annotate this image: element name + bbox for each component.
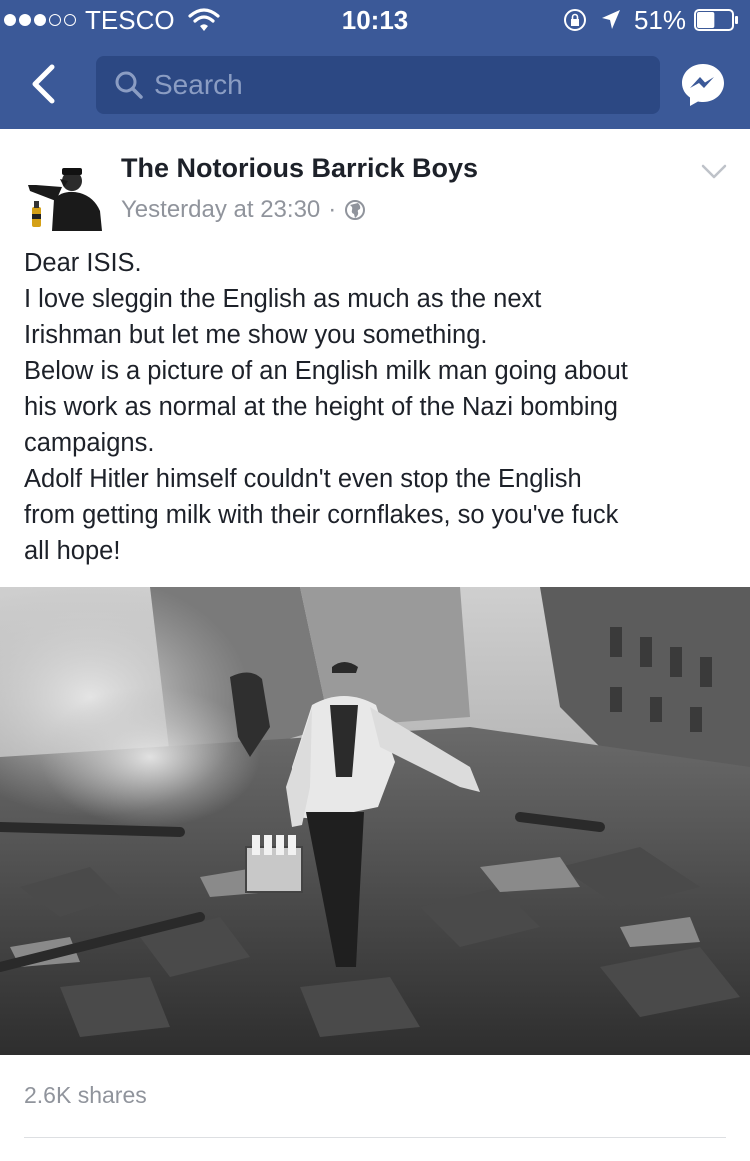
post-text-line: Irishman but let me show you something. (24, 321, 488, 349)
rotation-lock-icon (563, 9, 586, 31)
post-photo[interactable] (0, 587, 750, 1055)
shares-count[interactable]: 2.6K shares (24, 1082, 147, 1109)
post-text-line: Below is a picture of an English milk ma… (24, 357, 628, 385)
post-text: Dear ISIS. I love sleggin the English as… (24, 245, 729, 569)
meta-separator: · (328, 196, 337, 223)
battery-icon (694, 9, 738, 31)
post-timestamp[interactable]: Yesterday at 23:30 (121, 196, 320, 224)
post-header: The Notorious Barrick Boys Yesterday at … (0, 129, 750, 239)
post-text-line: Adolf Hitler himself couldn't even stop … (24, 465, 582, 493)
back-chevron-icon[interactable] (26, 62, 62, 106)
post-text-line: campaigns. (24, 429, 155, 457)
avatar-image (24, 151, 104, 231)
search-placeholder: Search (154, 69, 243, 100)
divider (24, 1137, 726, 1138)
post-text-line: all hope! (24, 537, 121, 565)
photo-milkman-rubble (0, 587, 750, 1055)
page-name[interactable]: The Notorious Barrick Boys (121, 153, 478, 184)
chevron-down-icon[interactable] (700, 163, 728, 181)
post-text-line: Dear ISIS. (24, 249, 142, 277)
status-bar: TESCO 10:13 51% (0, 0, 750, 40)
post-text-line: I love sleggin the English as much as th… (24, 285, 542, 313)
post-text-line: from getting milk with their cornflakes,… (24, 501, 619, 529)
post-text-line: his work as normal at the height of the … (24, 393, 618, 421)
status-right: 51% (562, 5, 738, 35)
nav-bar: Search (0, 40, 750, 129)
search-input[interactable]: Search (96, 56, 660, 114)
battery-percentage: 51% (633, 4, 686, 35)
globe-icon (345, 200, 366, 220)
messenger-icon[interactable] (680, 62, 726, 108)
search-icon (115, 71, 143, 99)
location-arrow-icon (601, 10, 620, 29)
avatar[interactable] (24, 151, 104, 231)
post-meta: Yesterday at 23:30 · (121, 196, 366, 224)
